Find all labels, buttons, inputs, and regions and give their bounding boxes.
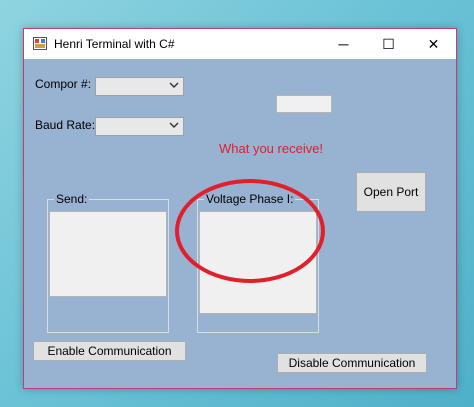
- annotation-circle: [175, 179, 325, 283]
- annotation-layer: [175, 179, 325, 283]
- app-window: Henri Terminal with C# ─ ☐ ✕ Compor #: B…: [23, 28, 457, 389]
